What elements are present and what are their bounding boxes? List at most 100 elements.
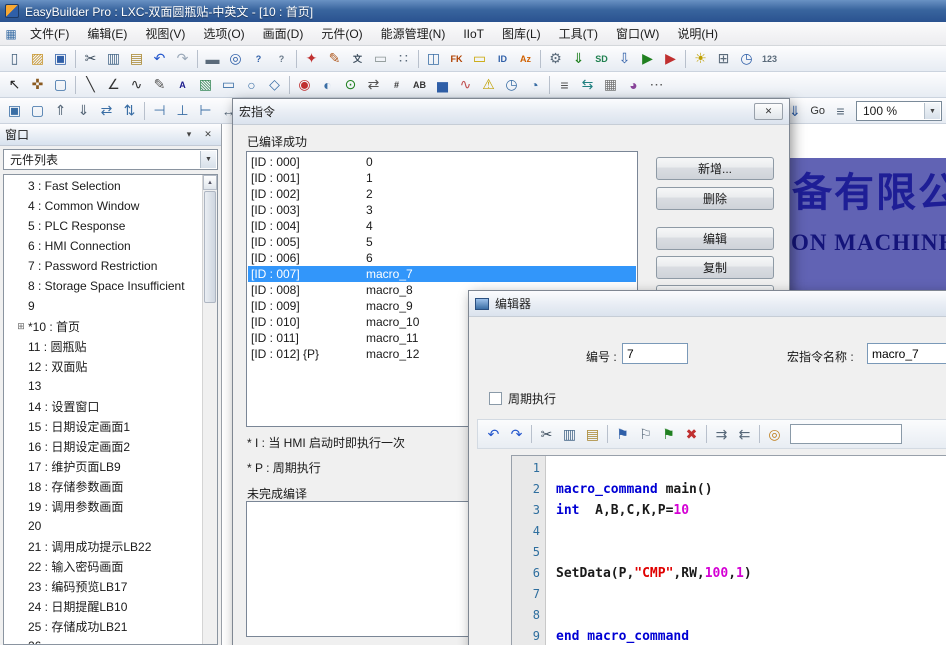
window-list-item[interactable]: 12 : 双面贴 — [4, 356, 202, 376]
window-list-scrollbar[interactable]: ▲ — [202, 175, 217, 644]
panel-collapse-icon[interactable]: ▾ — [181, 127, 197, 142]
code-editor[interactable]: 123456789 macro_command main()int A,B,C,… — [511, 455, 946, 645]
indent-icon[interactable]: ⇉ — [710, 423, 733, 445]
freehand-tool-icon[interactable]: ✎ — [148, 74, 171, 96]
redraw-icon[interactable]: ✦ — [300, 48, 323, 70]
chevron-down-icon[interactable]: ▼ — [924, 103, 940, 119]
hmi-design-block[interactable]: 备有限公 ON MACHINERY — [790, 158, 946, 300]
word-lamp-icon[interactable]: ◐ — [316, 74, 339, 96]
id-display-icon[interactable]: ID — [491, 48, 514, 70]
macro-list-row[interactable]: [ID : 001]1 — [247, 170, 637, 186]
macro-delete-button[interactable]: 删除 — [656, 187, 774, 210]
code-line[interactable] — [556, 605, 946, 626]
shape-window-icon[interactable]: ▭ — [468, 48, 491, 70]
polygon-tool-icon[interactable]: ◇ — [263, 74, 286, 96]
flip-vertical-icon[interactable]: ⇅ — [118, 100, 141, 122]
window-list-item[interactable]: 13 — [4, 376, 202, 396]
code-line[interactable] — [556, 521, 946, 542]
rect-tool-icon[interactable]: ▭ — [217, 74, 240, 96]
paste-icon[interactable]: ▤ — [125, 48, 148, 70]
group-icon[interactable]: ▣ — [3, 100, 26, 122]
menu-item-11[interactable]: 窗口(W) — [607, 21, 668, 46]
next-bookmark-icon[interactable]: ⚑ — [657, 423, 680, 445]
code-line[interactable]: SetData(P,"CMP",RW,100,1) — [556, 563, 946, 584]
tree-expand-icon[interactable]: ⊞ — [14, 321, 28, 332]
find-icon[interactable]: ◎ — [763, 423, 786, 445]
panel-close-icon[interactable]: ✕ — [200, 127, 216, 142]
line-tool-icon[interactable]: ╲ — [79, 74, 102, 96]
macro-list-row[interactable]: [ID : 007]macro_7 — [248, 266, 636, 282]
language-icon[interactable]: 文 — [346, 48, 369, 70]
new-file-icon[interactable]: ▯ — [3, 48, 26, 70]
window-copy-icon[interactable]: ◫ — [422, 48, 445, 70]
scheduler-icon[interactable]: ▦ — [599, 74, 622, 96]
ungroup-icon[interactable]: ▢ — [26, 100, 49, 122]
align-center-icon[interactable]: ⊥ — [171, 100, 194, 122]
image-tool-icon[interactable]: ▧ — [194, 74, 217, 96]
numeric-display-icon[interactable]: # — [385, 74, 408, 96]
macro-copy-button[interactable]: 复制 — [656, 256, 774, 279]
recipe-icon[interactable]: ≡ — [553, 74, 576, 96]
close-icon[interactable]: ✕ — [754, 103, 783, 120]
window-tree-icon[interactable]: ≡ — [829, 100, 852, 122]
send-back-icon[interactable]: ⇓ — [72, 100, 95, 122]
function-key-icon[interactable]: FK — [445, 48, 468, 70]
macro-dialog-titlebar[interactable]: 宏指令 ✕ — [233, 99, 789, 125]
titlebar[interactable]: EasyBuilder Pro : LXC-双面圆瓶贴-中英文 - [10 : … — [0, 0, 946, 22]
search-input[interactable] — [790, 424, 902, 444]
code-line[interactable]: int A,B,C,K,P=10 — [556, 500, 946, 521]
grid-icon[interactable]: ∷ — [392, 48, 415, 70]
periodic-execute-checkbox[interactable] — [489, 392, 502, 405]
bar-graph-icon[interactable]: ▅ — [431, 74, 454, 96]
window-list-item[interactable]: 22 : 输入密码画面 — [4, 556, 202, 576]
usb-download-icon[interactable]: ⇩ — [613, 48, 636, 70]
code-line[interactable] — [556, 584, 946, 605]
window-list-item[interactable]: 5 : PLC Response — [4, 216, 202, 236]
macro-edit-button[interactable]: 编辑 — [656, 227, 774, 250]
window-list-item[interactable]: 11 : 圆瓶贴 — [4, 336, 202, 356]
window-list-item[interactable]: 9 — [4, 296, 202, 316]
cut-icon[interactable]: ✂ — [535, 423, 558, 445]
window-list-item[interactable]: 7 : Password Restriction — [4, 256, 202, 276]
window-list-item[interactable]: 15 : 日期设定画面1 — [4, 416, 202, 436]
macro-list-row[interactable]: [ID : 003]3 — [247, 202, 637, 218]
undo-icon[interactable]: ↶ — [148, 48, 171, 70]
macro-name-input[interactable] — [867, 343, 946, 364]
zoom-select[interactable]: 100 % ▼ — [856, 101, 942, 121]
bit-lamp-icon[interactable]: ◉ — [293, 74, 316, 96]
window-list-item[interactable]: 20 — [4, 516, 202, 536]
code-line[interactable]: macro_command main() — [556, 479, 946, 500]
window-list-item[interactable]: 23 : 编码预览LB17 — [4, 576, 202, 596]
chevron-down-icon[interactable]: ▼ — [200, 151, 216, 168]
offline-simulate-icon[interactable]: ▶ — [636, 48, 659, 70]
menu-item-12[interactable]: 说明(H) — [668, 21, 727, 46]
meter-display-icon[interactable]: ◔ — [523, 74, 546, 96]
outdent-icon[interactable]: ⇇ — [733, 423, 756, 445]
redo-icon[interactable]: ↷ — [505, 423, 528, 445]
menu-item-5[interactable]: 画面(D) — [254, 21, 313, 46]
print-icon[interactable]: ▬ — [201, 48, 224, 70]
window-list-item[interactable]: 26 — [4, 636, 202, 644]
macro-id-input[interactable] — [622, 343, 688, 364]
window-list-item[interactable]: 24 : 日期提醒LB10 — [4, 596, 202, 616]
open-folder-icon[interactable]: ▨ — [26, 48, 49, 70]
time-icon[interactable]: ◷ — [735, 48, 758, 70]
menu-item-8[interactable]: IIoT — [454, 23, 493, 45]
code-line[interactable]: end macro_command — [556, 626, 946, 645]
code-line[interactable] — [556, 542, 946, 563]
window-list-item[interactable]: 18 : 存储参数画面 — [4, 476, 202, 496]
bring-front-icon[interactable]: ⇑ — [49, 100, 72, 122]
menu-item-4[interactable]: 选项(O) — [194, 21, 253, 46]
data-transfer-icon[interactable]: ⇆ — [576, 74, 599, 96]
help-icon[interactable]: ? — [247, 48, 270, 70]
address-grid-icon[interactable]: ⊞ — [712, 48, 735, 70]
window-list-item[interactable]: 25 : 存储成功LB21 — [4, 616, 202, 636]
window-list-item[interactable]: 8 : Storage Space Insufficient — [4, 276, 202, 296]
flip-horizontal-icon[interactable]: ⇄ — [95, 100, 118, 122]
pie-display-icon[interactable]: ◕ — [622, 74, 645, 96]
menu-item-7[interactable]: 能源管理(N) — [372, 21, 455, 46]
set-bit-icon[interactable]: ⊙ — [339, 74, 362, 96]
menu-item-9[interactable]: 图库(L) — [493, 21, 550, 46]
ascii-display-icon[interactable]: AB — [408, 74, 431, 96]
vertex-edit-icon[interactable]: ▢ — [49, 74, 72, 96]
